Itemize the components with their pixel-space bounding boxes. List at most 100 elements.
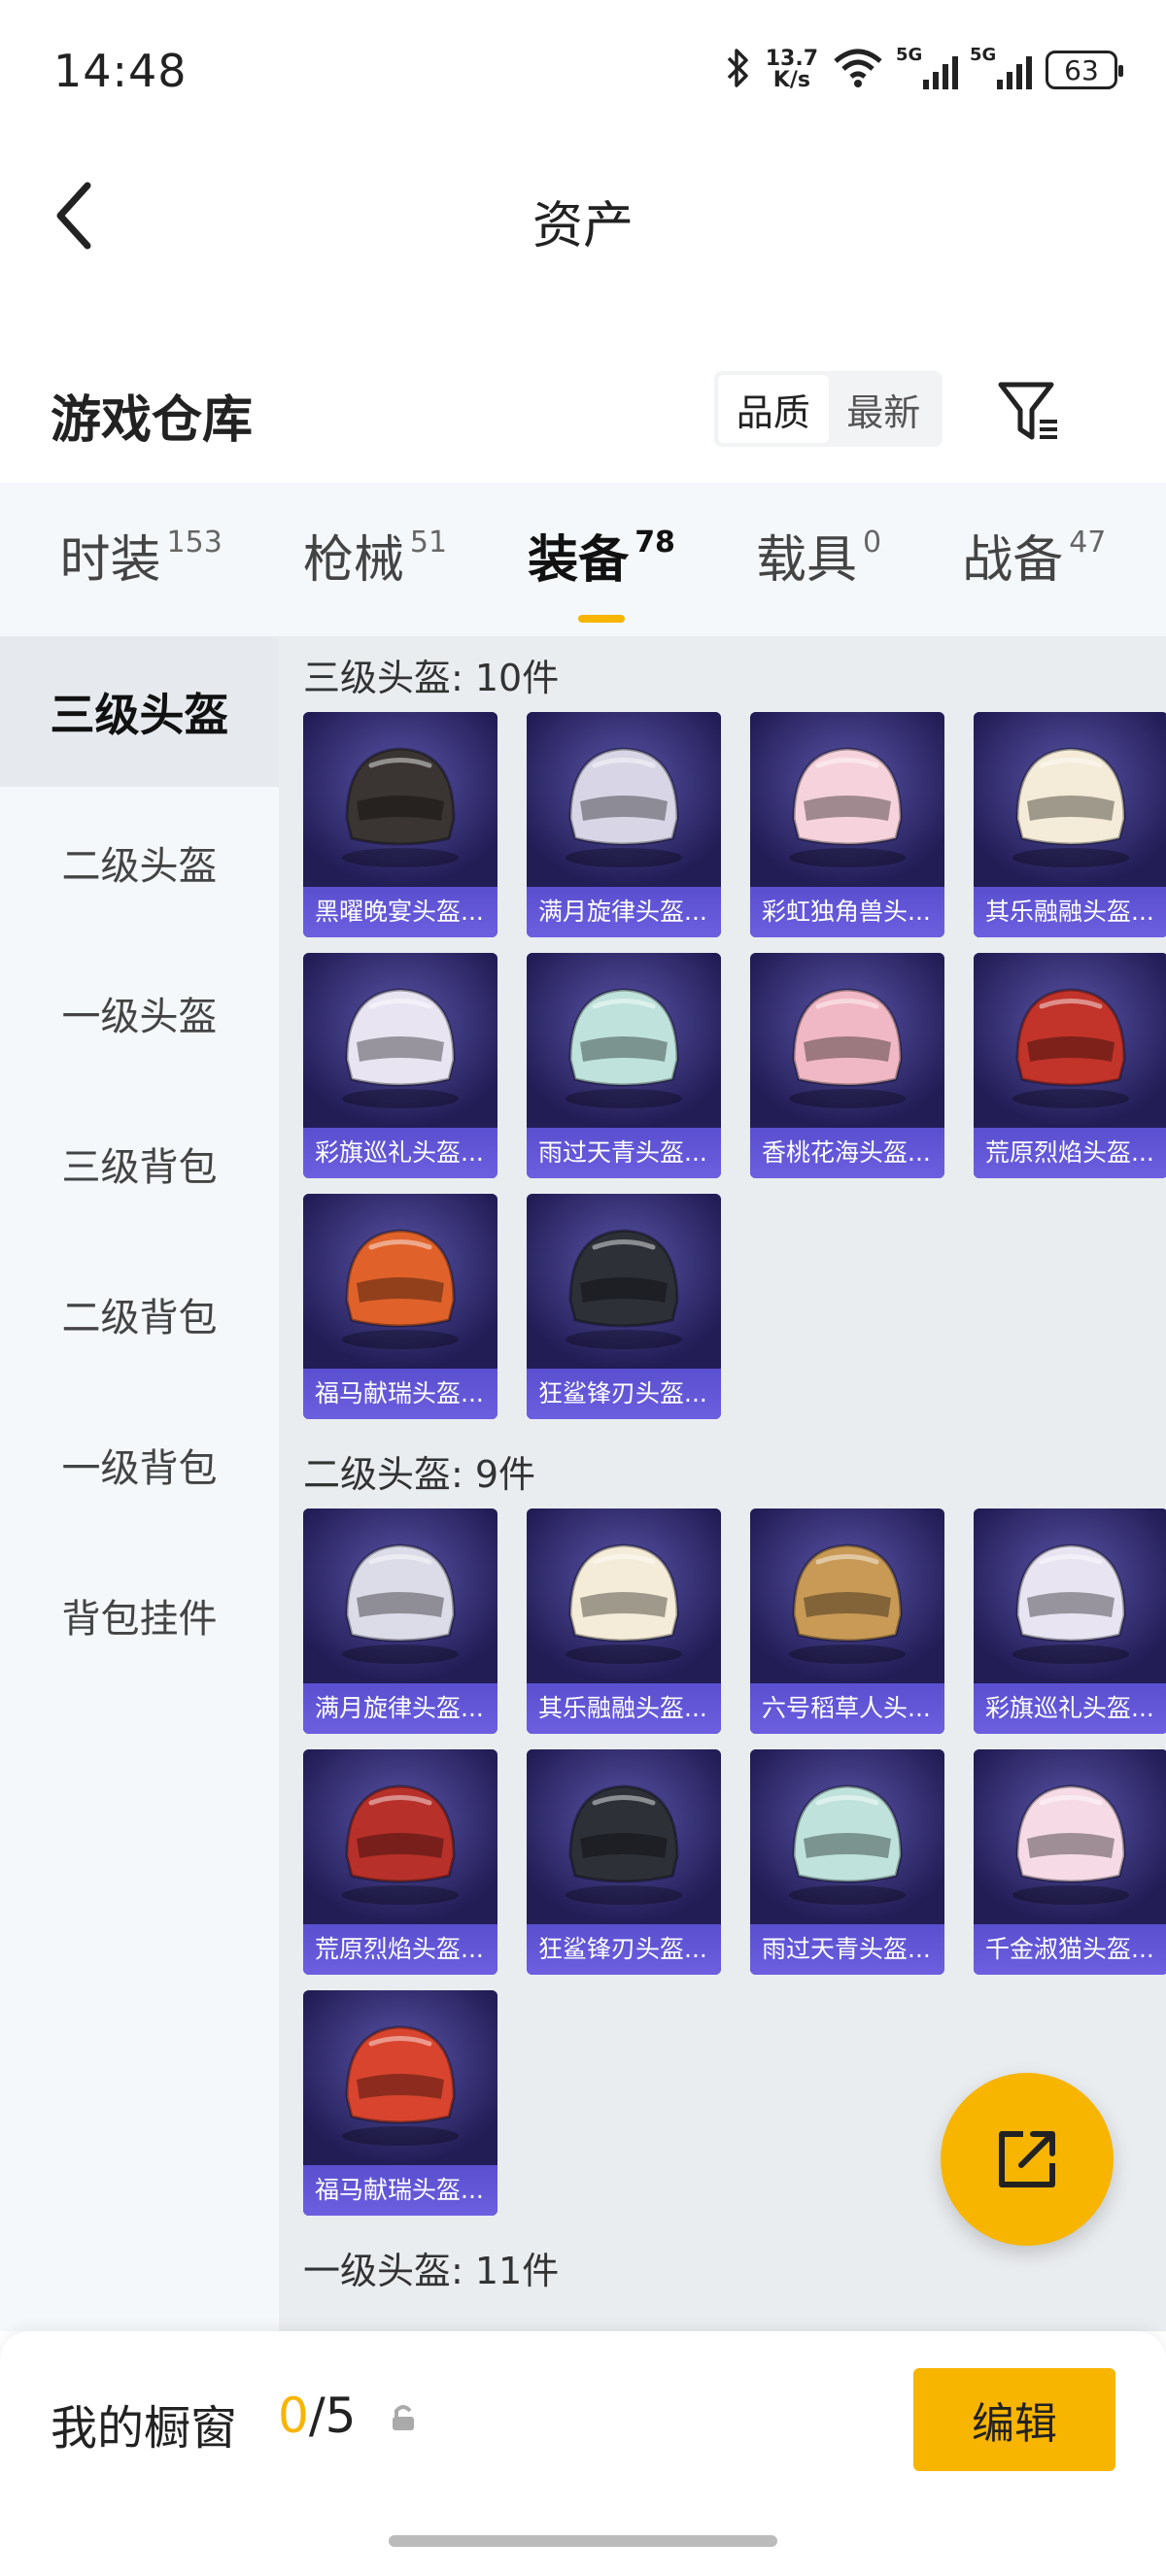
- item-card[interactable]: 香桃花海头盔...: [750, 953, 944, 1178]
- sidebar-item-5[interactable]: 一级背包: [0, 1389, 279, 1540]
- edit-button[interactable]: 编辑: [913, 2368, 1115, 2471]
- showcase-count: 0/5: [278, 2388, 356, 2444]
- tab-count: 0: [863, 525, 882, 559]
- helmet-icon: [303, 953, 497, 1128]
- tab-3[interactable]: 载具 0: [756, 519, 881, 601]
- item-card[interactable]: 千金淑猫头盔...: [974, 1749, 1166, 1975]
- tab-count: 47: [1069, 525, 1107, 559]
- helmet-icon: [303, 712, 497, 887]
- tab-count: 78: [634, 525, 675, 559]
- item-card[interactable]: 荒原烈焰头盔...: [974, 953, 1166, 1178]
- item-card[interactable]: 满月旋律头盔...: [303, 1508, 497, 1734]
- nav-bar: 资产: [0, 155, 1166, 272]
- net-speed-unit: K/s: [772, 68, 810, 92]
- helmet-icon: [527, 1749, 721, 1924]
- share-icon: [999, 2131, 1055, 2187]
- helmet-icon: [527, 1194, 721, 1369]
- item-card[interactable]: 彩旗巡礼头盔...: [303, 953, 497, 1178]
- sidebar-item-0[interactable]: 三级头盔: [0, 636, 279, 787]
- tab-count: 51: [409, 525, 448, 559]
- item-card[interactable]: 彩虹独角兽头...: [750, 712, 944, 937]
- item-card[interactable]: 雨过天青头盔...: [750, 1749, 944, 1975]
- tab-active-indicator: [578, 614, 626, 623]
- helmet-icon: [974, 712, 1166, 887]
- item-name: 狂鲨锋刃头盔...: [527, 1924, 721, 1975]
- category-tabs: 时装 153 枪械 51 装备 78 载具 0 战备 47: [0, 483, 1166, 636]
- item-name: 六号稻草人头...: [750, 1683, 944, 1734]
- net-speed: 13.7 K/s: [766, 49, 818, 91]
- lock-icon: [389, 2401, 418, 2438]
- item-card[interactable]: 满月旋律头盔...: [527, 712, 721, 937]
- item-card[interactable]: 狂鲨锋刃头盔...: [527, 1749, 721, 1975]
- item-name: 满月旋律头盔...: [303, 1683, 497, 1734]
- net-speed-value: 13.7: [765, 47, 818, 71]
- helmet-icon: [974, 1749, 1166, 1924]
- sidebar-item-3[interactable]: 三级背包: [0, 1088, 279, 1238]
- group-title: 三级头盔: 10件: [303, 657, 560, 699]
- section-title: 游戏仓库: [51, 391, 254, 450]
- item-card[interactable]: 福马献瑞头盔...: [303, 1194, 497, 1419]
- item-name: 雨过天青头盔...: [750, 1924, 944, 1975]
- showcase-current: 0: [278, 2388, 309, 2444]
- sort-quality-button[interactable]: 品质: [718, 375, 829, 443]
- item-card[interactable]: 福马献瑞头盔...: [303, 1990, 497, 2216]
- home-indicator[interactable]: [389, 2535, 777, 2547]
- tab-4[interactable]: 战备 47: [962, 519, 1106, 601]
- item-card[interactable]: 六号稻草人头...: [750, 1508, 944, 1734]
- helmet-icon: [750, 712, 944, 887]
- item-name: 其乐融融头盔...: [974, 887, 1166, 937]
- showcase-bar: 我的橱窗 0/5 编辑: [0, 2331, 1166, 2576]
- share-button[interactable]: [941, 2073, 1114, 2246]
- item-name: 福马献瑞头盔...: [303, 2165, 497, 2216]
- item-name: 福马献瑞头盔...: [303, 1369, 497, 1419]
- status-time: 14:48: [53, 45, 188, 97]
- helmet-icon: [750, 953, 944, 1128]
- item-card[interactable]: 狂鲨锋刃头盔...: [527, 1194, 721, 1419]
- helmet-icon: [527, 953, 721, 1128]
- item-name: 狂鲨锋刃头盔...: [527, 1369, 721, 1419]
- helmet-icon: [750, 1749, 944, 1924]
- bluetooth-icon: [723, 47, 752, 93]
- showcase-label: 我的橱窗: [51, 2401, 238, 2456]
- signal-type-2: 5G: [970, 45, 997, 65]
- helmet-icon: [527, 1508, 721, 1683]
- section-header: 游戏仓库 品质 最新: [0, 359, 1166, 457]
- sidebar-item-4[interactable]: 二级背包: [0, 1238, 279, 1389]
- signal-icon-2: 5G: [970, 45, 1032, 89]
- sidebar: 三级头盔 二级头盔 一级头盔 三级背包 二级背包 一级背包 背包挂件: [0, 636, 279, 2331]
- tab-1[interactable]: 枪械 51: [303, 519, 447, 601]
- item-name: 彩旗巡礼头盔...: [974, 1683, 1166, 1734]
- sort-toggle: 品质 最新: [714, 371, 943, 447]
- tab-2[interactable]: 装备 78: [528, 519, 675, 623]
- tab-0[interactable]: 时装 153: [60, 519, 223, 601]
- showcase-total: /5: [308, 2388, 357, 2444]
- sidebar-item-6[interactable]: 背包挂件: [0, 1540, 279, 1690]
- item-name: 彩虹独角兽头...: [750, 887, 944, 937]
- helmet-icon: [750, 1508, 944, 1683]
- helmet-icon: [974, 1508, 1166, 1683]
- tab-label: 载具: [756, 530, 858, 590]
- group-title: 二级头盔: 9件: [303, 1453, 536, 1496]
- status-bar: 14:48 13.7 K/s 5G 5G 63: [0, 0, 1166, 146]
- tab-count: 153: [166, 525, 223, 559]
- helmet-icon: [303, 1194, 497, 1369]
- item-card[interactable]: 荒原烈焰头盔...: [303, 1749, 497, 1975]
- item-card[interactable]: 其乐融融头盔...: [974, 712, 1166, 937]
- tab-label: 枪械: [302, 530, 404, 590]
- item-name: 香桃花海头盔...: [750, 1128, 944, 1178]
- signal-type-1: 5G: [896, 45, 923, 65]
- item-card[interactable]: 其乐融融头盔...: [527, 1508, 721, 1734]
- helmet-icon: [527, 712, 721, 887]
- status-icons: 13.7 K/s 5G 5G 63: [723, 43, 1123, 97]
- item-card[interactable]: 彩旗巡礼头盔...: [974, 1508, 1166, 1734]
- item-card[interactable]: 雨过天青头盔...: [527, 953, 721, 1178]
- helmet-icon: [303, 1749, 497, 1924]
- sidebar-item-1[interactable]: 二级头盔: [0, 787, 279, 937]
- item-name: 荒原烈焰头盔...: [303, 1924, 497, 1975]
- item-card[interactable]: 黑曜晚宴头盔...: [303, 712, 497, 937]
- sidebar-item-2[interactable]: 一级头盔: [0, 937, 279, 1088]
- signal-icon: 5G: [896, 45, 958, 89]
- filter-button[interactable]: [991, 373, 1069, 451]
- tab-label: 装备: [528, 530, 630, 590]
- sort-latest-button[interactable]: 最新: [829, 375, 940, 443]
